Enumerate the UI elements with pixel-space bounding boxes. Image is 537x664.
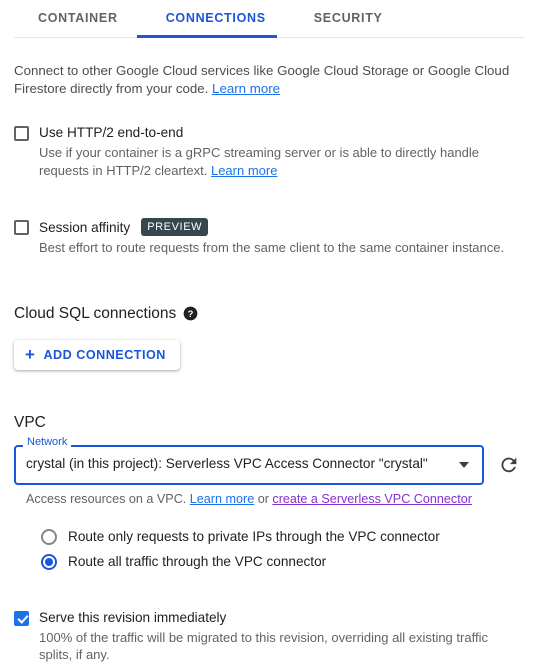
tab-list: CONTAINER CONNECTIONS SECURITY (14, 0, 523, 34)
intro-learn-more-link[interactable]: Learn more (212, 81, 280, 96)
vpc-section-heading: VPC (14, 414, 523, 432)
preview-badge: PREVIEW (141, 218, 209, 236)
routing-option-private-ips[interactable]: Route only requests to private IPs throu… (41, 528, 523, 545)
session-affinity-label-row: Session affinity PREVIEW (39, 218, 504, 236)
session-affinity-label: Session affinity (39, 219, 131, 235)
intro-text: Connect to other Google Cloud services l… (14, 62, 519, 98)
tab-bar: CONTAINER CONNECTIONS SECURITY (0, 0, 537, 46)
cloud-sql-heading-text: Cloud SQL connections (14, 304, 177, 322)
serve-revision-option-row[interactable]: Serve this revision immediately 100% of … (14, 609, 523, 664)
network-help-conjunction: or (257, 491, 269, 506)
routing-option-all-traffic[interactable]: Route all traffic through the VPC connec… (41, 553, 523, 570)
tab-security[interactable]: SECURITY (314, 0, 383, 25)
add-connection-wrapper: + ADD CONNECTION (14, 339, 523, 370)
refresh-icon[interactable] (498, 454, 520, 476)
radio-private-ips-label: Route only requests to private IPs throu… (68, 529, 440, 544)
serve-revision-label: Serve this revision immediately (39, 609, 227, 625)
session-affinity-option-row[interactable]: Session affinity PREVIEW Best effort to … (14, 218, 523, 257)
network-select[interactable]: Network crystal (in this project): Serve… (14, 436, 484, 485)
session-affinity-description: Best effort to route requests from the s… (39, 240, 505, 255)
add-connection-button[interactable]: + ADD CONNECTION (14, 339, 180, 370)
network-select-label: Network (23, 436, 72, 447)
vpc-heading-text: VPC (14, 413, 46, 431)
serve-revision-description: 100% of the traffic will be migrated to … (39, 629, 488, 663)
radio-private-ips[interactable] (41, 528, 57, 545)
session-affinity-checkbox[interactable] (14, 220, 29, 235)
cloud-sql-section-heading: Cloud SQL connections ? (14, 305, 523, 323)
svg-text:?: ? (188, 309, 194, 319)
network-help-prefix: Access resources on a VPC. (26, 491, 187, 506)
create-vpc-connector-link[interactable]: create a Serverless VPC Connector (272, 492, 472, 506)
active-tab-indicator (137, 35, 277, 38)
help-icon[interactable]: ? (183, 306, 198, 321)
add-connection-label: ADD CONNECTION (43, 347, 166, 362)
radio-all-traffic[interactable] (41, 553, 57, 570)
serve-revision-text-block: Serve this revision immediately 100% of … (39, 609, 509, 664)
chevron-down-icon[interactable] (459, 461, 469, 468)
http2-option-row[interactable]: Use HTTP/2 end-to-end Use if your contai… (14, 124, 523, 179)
http2-learn-more-link[interactable]: Learn more (211, 163, 277, 178)
network-help-text: Access resources on a VPC. Learn more or… (26, 492, 523, 506)
tab-connections[interactable]: CONNECTIONS (166, 0, 266, 25)
serve-revision-checkbox[interactable] (14, 610, 29, 626)
http2-label: Use HTTP/2 end-to-end (39, 125, 184, 140)
http2-description: Use if your container is a gRPC streamin… (39, 144, 509, 179)
radio-all-traffic-label: Route all traffic through the VPC connec… (68, 554, 327, 569)
session-affinity-text-block: Session affinity PREVIEW Best effort to … (39, 218, 504, 257)
network-field-row: Network crystal (in this project): Serve… (14, 436, 523, 485)
http2-checkbox[interactable] (14, 126, 29, 141)
http2-text-block: Use HTTP/2 end-to-end Use if your contai… (39, 124, 509, 179)
connections-panel: Connect to other Google Cloud services l… (0, 62, 537, 664)
plus-icon: + (25, 344, 36, 364)
network-select-value: crystal (in this project): Serverless VP… (26, 455, 428, 471)
vpc-learn-more-link[interactable]: Learn more (190, 492, 254, 506)
tab-container[interactable]: CONTAINER (38, 0, 118, 25)
